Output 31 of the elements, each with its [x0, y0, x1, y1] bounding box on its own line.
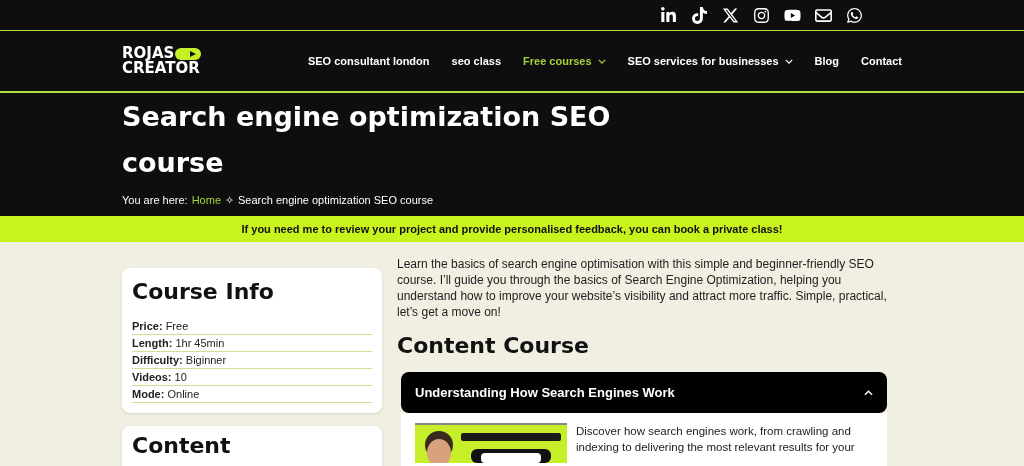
- info-row: Difficulty: Biginner: [132, 352, 372, 369]
- accordion-text: Discover how search engines work, from crawling and indexing to delivering the most relevant results for your: [576, 424, 856, 455]
- logo[interactable]: ROJAS CREATOR: [122, 46, 202, 76]
- info-row: Length: 1hr 45min: [132, 335, 372, 352]
- tiktok-icon[interactable]: [690, 5, 709, 25]
- nav-link[interactable]: SEO services for businesses: [627, 52, 793, 70]
- nav-link[interactable]: Blog: [814, 52, 840, 70]
- nav-link[interactable]: Contact: [861, 52, 902, 70]
- promo-banner: If you need me to review your project and provide personalised feedback, you can book a private class!: [0, 216, 1024, 242]
- accordion-header[interactable]: Understanding How Search Engines Work: [401, 372, 887, 413]
- instagram-icon[interactable]: [752, 5, 771, 25]
- info-row: Mode: Online: [132, 386, 372, 403]
- info-row: Price: Free: [132, 318, 372, 335]
- breadcrumb-separator: ✧: [225, 193, 234, 208]
- card-title: Course Info: [132, 278, 275, 306]
- info-row: Videos: 10: [132, 369, 372, 386]
- breadcrumb-current: Search engine optimization SEO course: [238, 193, 434, 208]
- section-heading: Content Course: [397, 332, 590, 360]
- chevron-icon: [864, 389, 873, 396]
- chevron-icon: [784, 58, 793, 64]
- whatsapp-icon[interactable]: [845, 5, 864, 25]
- page-title: Search engine optimization SEO course: [122, 100, 612, 180]
- nav-link[interactable]: seo class: [451, 52, 502, 70]
- linkedin-icon[interactable]: [659, 5, 678, 25]
- nav-link[interactable]: Free courses: [523, 52, 606, 70]
- card-title: Content: [132, 432, 232, 460]
- nav-link[interactable]: SEO consultant london: [307, 52, 430, 70]
- breadcrumb-label: You are here:: [122, 193, 188, 208]
- breadcrumb-link[interactable]: Home: [191, 192, 221, 209]
- chevron-icon: [597, 58, 606, 64]
- intro-paragraph: Learn the basics of search engine optimisation with this simple and beginner-friendly SEO course. I’ll guide you through the basics of Search Engine Optimization, helping you understand how to improve your website’s visibility and attract more traffic. Simple, practical, let’s get a move on!: [397, 256, 887, 320]
